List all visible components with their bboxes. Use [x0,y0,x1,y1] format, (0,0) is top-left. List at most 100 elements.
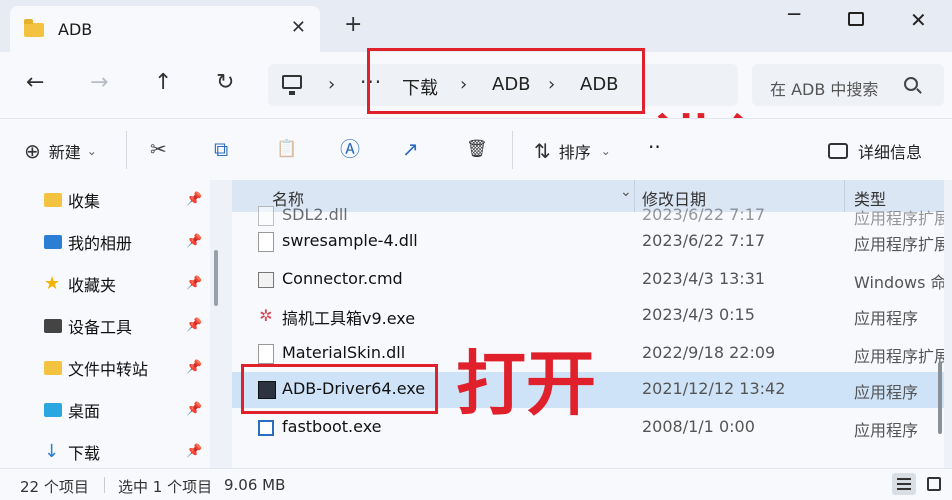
search-box[interactable]: 在 ADB 中搜索 [752,64,944,106]
minimize-button[interactable]: ─ [788,2,800,26]
gear-icon: ✲ [259,306,273,325]
more-options-button[interactable]: ·· [648,135,661,159]
star-icon: ★ [44,273,61,294]
sort-button[interactable]: ⇅ 排序 ⌄ [534,139,611,163]
search-placeholder[interactable]: 在 ADB 中搜索 [770,76,890,100]
maximize-button[interactable] [848,12,864,26]
back-button[interactable]: ← [26,71,44,95]
refresh-button[interactable]: ↻ [216,71,234,95]
rename-button[interactable]: Ⓐ [340,139,360,159]
details-pane-button[interactable]: 详细信息 [828,139,922,163]
share-button[interactable]: ↗ [402,139,419,159]
file-type: 应用程序 [854,309,919,328]
download-icon: ↓ [44,441,60,462]
sort-label: 排序 [558,143,591,162]
pin-icon[interactable]: 📌 [186,276,202,291]
desktop-icon [44,403,62,417]
plus-circle-icon: ⊕ [24,139,41,163]
command-bar: ⊕ 新建 ⌄ ✂ ⧉ 📋 Ⓐ ↗ 🗑 ⇅ 排序 ⌄ ·· 详细信息 [0,118,952,180]
forward-button[interactable]: → [90,71,108,95]
tiles-view-icon [927,477,941,491]
paste-button[interactable]: 📋 [276,139,297,159]
file-list-scrollbar[interactable] [938,362,942,434]
details-view-button[interactable] [892,473,916,495]
dll-icon [258,232,274,252]
navigation-pane: 收集 📌 我的相册 📌 ★ 收藏夹 📌 设备工具 📌 文件中转站 📌 桌面 📌 … [0,180,210,468]
sidebar-item-label: 我的相册 [68,234,133,253]
title-bar: ADB ✕ + ─ ✕ [0,0,952,52]
camera-icon [44,319,62,333]
details-label: 详细信息 [858,143,923,162]
sort-icon: ⇅ [534,139,551,163]
file-type: 应用程序扩展 [854,235,944,254]
clipboard-icon: 📋 [276,139,298,159]
new-tab-button[interactable]: + [344,14,362,36]
sidebar-item-downloads[interactable]: ↓ 下载 [44,438,100,466]
sidebar-item-label: 设备工具 [68,318,133,337]
folder-icon [44,361,62,375]
file-date: 2021/12/12 13:42 [642,379,786,398]
sidebar-scrollbar[interactable] [214,250,218,306]
pin-icon[interactable]: 📌 [186,234,202,249]
sidebar-item-favorites[interactable]: ★ 收藏夹 [44,270,116,298]
sidebar-item-my-photos[interactable]: 我的相册 [44,228,132,256]
new-button[interactable]: ⊕ 新建 ⌄ [24,139,97,163]
annotation-open: 打开 [456,343,596,425]
new-label: 新建 [48,143,81,162]
folder-icon [24,19,44,37]
file-type: 应用程序 [854,421,919,440]
file-name: MaterialSkin.dll [282,343,406,362]
file-date: 2023/6/22 7:17 [642,231,766,250]
pin-icon[interactable]: 📌 [186,192,202,207]
table-row[interactable]: ✲ 搞机工具箱v9.exe 2023/4/3 0:15 应用程序 [232,298,944,334]
item-count: 22 个项目 [20,478,89,496]
file-date: 2023/6/22 7:17 [642,205,766,224]
sidebar-item-label: 桌面 [68,402,101,421]
up-button[interactable]: ↑ [154,71,172,95]
scissors-icon: ✂ [150,137,167,161]
pin-icon[interactable]: 📌 [186,402,202,417]
pin-icon[interactable]: 📌 [186,318,202,333]
sidebar-item-label: 下载 [68,444,101,463]
file-name: 搞机工具箱v9.exe [282,309,416,328]
file-type: 应用程序扩展 [854,347,944,366]
exe-icon [258,420,274,436]
selection-count: 选中 1 个项目 [118,478,213,496]
divider [104,477,105,493]
annotation-highlight-file [241,364,438,414]
sidebar-item-label: 收集 [68,192,101,211]
file-name: fastboot.exe [282,417,382,436]
status-bar: 22 个项目 选中 1 个项目 9.06 MB [0,468,952,500]
dll-icon [258,206,274,226]
file-date: 2023/4/3 0:15 [642,305,755,324]
table-row[interactable]: swresample-4.dll 2023/6/22 7:17 应用程序扩展 [232,224,944,260]
sidebar-item-collect[interactable]: 收集 [44,186,100,214]
search-icon[interactable] [904,77,918,91]
delete-button[interactable]: 🗑 [466,139,488,159]
pin-icon[interactable]: 📌 [186,360,202,375]
tab-close-button[interactable]: ✕ [291,17,306,38]
sidebar-item-desktop[interactable]: 桌面 [44,396,100,424]
table-row[interactable]: Connector.cmd 2023/4/3 13:31 Windows 命令脚… [232,262,944,298]
tab-adb[interactable]: ADB ✕ [10,6,320,52]
sidebar-item-device-tools[interactable]: 设备工具 [44,312,132,340]
tiles-view-button[interactable] [922,473,946,495]
file-type: 应用程序 [854,383,919,402]
sidebar-item-transfer-station[interactable]: 文件中转站 [44,354,148,382]
breadcrumb-separator[interactable]: › [328,74,335,95]
chevron-down-icon: ⌄ [86,144,97,158]
details-pane-icon [828,143,848,159]
close-window-button[interactable]: ✕ [910,8,927,32]
photos-icon [44,235,62,249]
trash-icon: 🗑 [466,139,488,159]
pin-icon[interactable]: 📌 [186,444,202,459]
this-pc-icon[interactable] [282,75,302,95]
copy-button[interactable]: ⧉ [214,139,228,159]
chevron-down-icon: ⌄ [600,144,611,158]
sidebar-item-label: 文件中转站 [68,360,149,379]
cut-button[interactable]: ✂ [150,139,167,159]
file-date: 2008/1/1 0:00 [642,417,755,436]
copy-icon: ⧉ [214,137,229,161]
folder-icon [44,193,62,207]
file-type: Windows 命令脚本 [854,273,944,292]
